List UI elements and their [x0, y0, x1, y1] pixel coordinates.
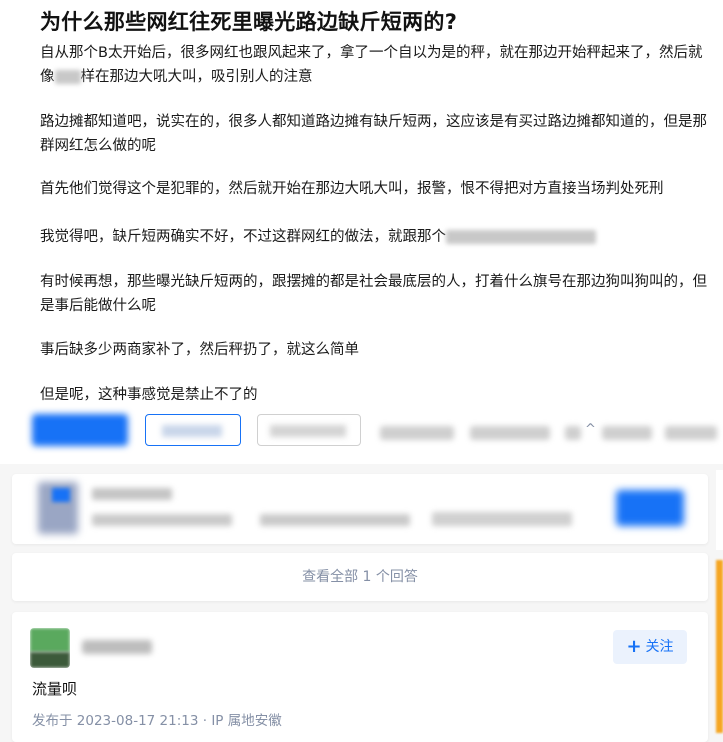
- view-all-answers-link[interactable]: 查看全部 1 个回答: [12, 553, 708, 601]
- blurred-author-name[interactable]: [82, 640, 152, 654]
- question-paragraph-1: 自从那个B太开始后，很多网红也跟风起来了，拿了一个自以为是的秤，就在那边开始秤起…: [40, 41, 716, 89]
- blurred-button[interactable]: [616, 490, 684, 526]
- question-paragraph-5: 有时候再想，那些曝光缺斤短两的，跟摆摊的都是社会最底层的人，打着什么旗号在那边狗…: [40, 274, 707, 314]
- blurred-action-item[interactable]: [665, 426, 717, 440]
- question-action-row: ^: [0, 410, 723, 450]
- answer-content: 流量呗: [32, 680, 78, 698]
- side-panel-edge: [716, 470, 723, 550]
- blurred-badge: [52, 488, 70, 502]
- question-paragraph-6: 事后缺多少两商家补了，然后秤扔了，就这么简单: [40, 342, 359, 358]
- follow-label: 关注: [645, 639, 674, 655]
- question-card: 为什么那些网红往死里曝光路边缺斤短两的? 自从那个B太开始后，很多网红也跟风起来…: [0, 0, 723, 464]
- blurred-action-item[interactable]: [602, 426, 652, 440]
- blurred-outline-button[interactable]: [145, 414, 241, 446]
- side-panel-edge-accent: [716, 560, 723, 733]
- blurred-primary-button[interactable]: [32, 414, 128, 446]
- question-title[interactable]: 为什么那些网红往死里曝光路边缺斤短两的?: [40, 6, 457, 36]
- blurred-desc: [92, 514, 232, 526]
- blurred-action-item[interactable]: [380, 426, 454, 440]
- blurred-text: [446, 230, 596, 244]
- chevron-up-icon[interactable]: ^: [585, 422, 596, 437]
- blurred-desc: [432, 512, 572, 526]
- blurred-desc: [260, 514, 410, 526]
- follow-button[interactable]: + 关注: [613, 630, 687, 664]
- blurred-action-item[interactable]: [470, 426, 550, 440]
- blurred-secondary-button[interactable]: [257, 414, 361, 446]
- blurred-word: [54, 70, 81, 84]
- blurred-name: [92, 488, 172, 500]
- question-paragraph-7: 但是呢，这种事感觉是禁止不了的: [40, 387, 258, 403]
- blurred-action-item[interactable]: [565, 426, 581, 440]
- question-paragraph-2: 路边摊都知道吧，说实在的，很多人都知道路边摊有缺斤短两，这应该是有买过路边摊都知…: [40, 114, 707, 154]
- view-all-answers-card: 查看全部 1 个回答: [12, 553, 708, 601]
- question-paragraph-3: 首先他们觉得这个是犯罪的，然后就开始在那边大吼大叫，报警，恨不得把对方直接当场判…: [40, 181, 664, 197]
- answer-meta[interactable]: 发布于 2023-08-17 21:13 · IP 属地安徽: [32, 709, 282, 729]
- blurred-recommend-card[interactable]: [12, 474, 708, 544]
- paragraph-text: 样在那边大吼大叫，吸引别人的注意: [80, 69, 313, 85]
- answer-author-avatar[interactable]: [30, 628, 70, 668]
- paragraph-text: 我觉得吧，缺斤短两确实不好，不过这群网红的做法，就跟那个: [40, 229, 446, 245]
- plus-icon: +: [626, 636, 642, 657]
- question-paragraph-4: 我觉得吧，缺斤短两确实不好，不过这群网红的做法，就跟那个: [40, 225, 716, 249]
